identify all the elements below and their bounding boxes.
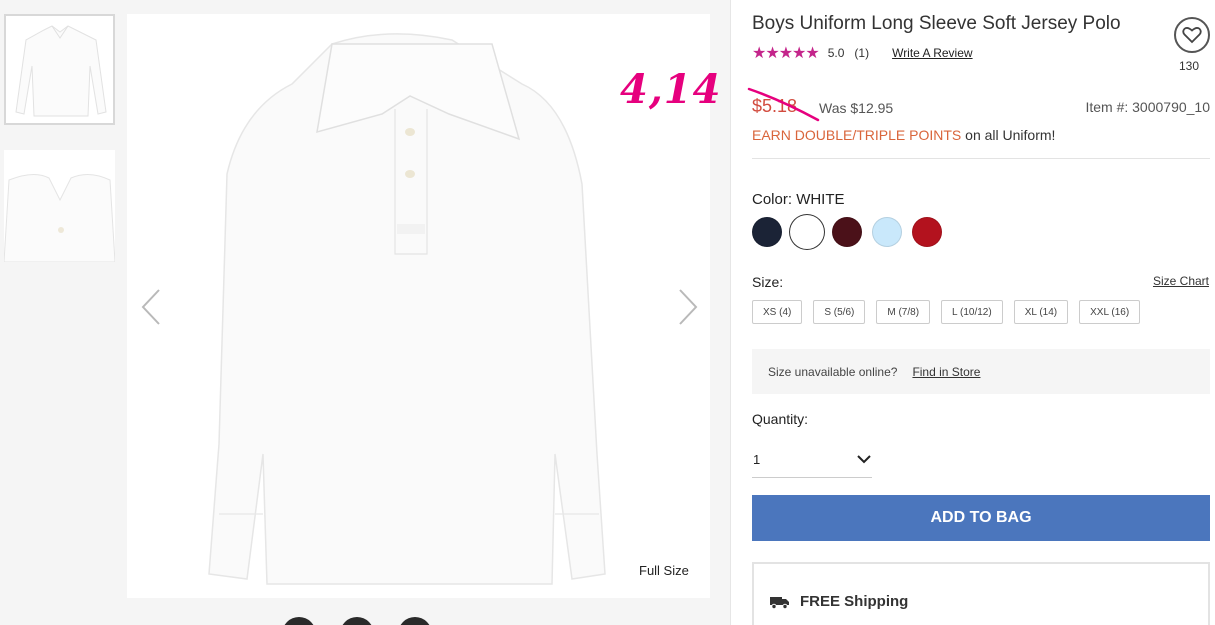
product-page: 4,14 Full Size Boys Uniform Long Sleeve … <box>0 0 1215 625</box>
size-option[interactable]: S (5/6) <box>813 300 866 324</box>
size-option[interactable]: XS (4) <box>752 300 803 324</box>
item-number: Item #: 3000790_10 <box>1085 99 1210 115</box>
previous-image-arrow-icon[interactable] <box>137 287 167 327</box>
product-info-panel: Boys Uniform Long Sleeve Soft Jersey Pol… <box>730 0 1215 625</box>
size-label: Size: <box>752 274 784 290</box>
selected-color-name: WHITE <box>796 191 845 208</box>
truck-icon <box>770 596 789 609</box>
find-in-store-link[interactable]: Find in Store <box>912 365 980 379</box>
heart-icon <box>1182 27 1202 44</box>
color-swatch-burgundy[interactable] <box>832 217 862 247</box>
size-option[interactable]: M (7/8) <box>876 300 931 324</box>
color-label-text: Color: <box>752 191 797 208</box>
add-to-bag-button[interactable]: ADD TO BAG <box>752 495 1210 541</box>
thumbnail-collar-detail[interactable] <box>4 150 115 262</box>
points-promo: EARN DOUBLE/TRIPLE POINTS on all Uniform… <box>752 127 1055 143</box>
carousel-dot[interactable] <box>398 617 432 625</box>
favorite-button[interactable] <box>1174 17 1210 53</box>
carousel-dot[interactable] <box>340 617 374 625</box>
shipping-info-box: FREE Shipping <box>752 562 1210 625</box>
rating-score: 5.0 <box>827 46 845 60</box>
size-unavailable-banner: Size unavailable online? Find in Store <box>752 349 1210 394</box>
size-chart-link[interactable]: Size Chart <box>1153 274 1209 288</box>
color-swatch-red[interactable] <box>912 217 942 247</box>
chevron-down-icon <box>857 455 871 464</box>
color-swatches <box>752 217 942 247</box>
review-count[interactable]: (1) <box>854 46 869 60</box>
size-option[interactable]: XL (14) <box>1013 300 1069 324</box>
size-options: XS (4) S (5/6) M (7/8) L (10/12) XL (14)… <box>752 300 1141 324</box>
rating-row: ★★★★★ 5.0 (1) Write A Review <box>752 43 973 63</box>
divider <box>752 158 1210 159</box>
price-row: $5.18 Was $12.95 Item #: 3000790_10 <box>747 87 1212 122</box>
was-price: Was $12.95 <box>819 100 894 116</box>
quantity-value: 1 <box>753 452 761 467</box>
thumbnail-front[interactable] <box>4 14 115 125</box>
product-title: Boys Uniform Long Sleeve Soft Jersey Pol… <box>752 13 1121 34</box>
color-swatch-navy[interactable] <box>752 217 782 247</box>
next-image-arrow-icon[interactable] <box>672 287 702 327</box>
color-swatch-white[interactable] <box>792 217 822 247</box>
promo-text: on all Uniform! <box>961 127 1056 143</box>
rating-stars-icon: ★★★★★ <box>752 45 820 62</box>
full-size-link[interactable]: Full Size <box>639 563 689 578</box>
write-review-link[interactable]: Write A Review <box>892 46 972 60</box>
image-carousel-dots <box>282 617 432 625</box>
shipping-title: FREE Shipping <box>770 593 908 610</box>
size-option[interactable]: L (10/12) <box>941 300 1003 324</box>
color-label: Color: WHITE <box>752 191 845 208</box>
free-shipping-text: FREE Shipping <box>800 593 909 610</box>
size-option[interactable]: XXL (16) <box>1079 300 1141 324</box>
quantity-select[interactable]: 1 <box>752 446 872 478</box>
promo-highlight[interactable]: EARN DOUBLE/TRIPLE POINTS <box>752 127 961 143</box>
favorite-count: 130 <box>1179 59 1200 73</box>
handwritten-strike-mark <box>747 87 820 122</box>
carousel-dot[interactable] <box>282 617 316 625</box>
color-swatch-light-blue[interactable] <box>872 217 902 247</box>
quantity-label: Quantity: <box>752 411 809 427</box>
handwritten-price-annotation: 4,14 <box>620 66 722 113</box>
size-unavailable-text: Size unavailable online? <box>768 364 898 379</box>
